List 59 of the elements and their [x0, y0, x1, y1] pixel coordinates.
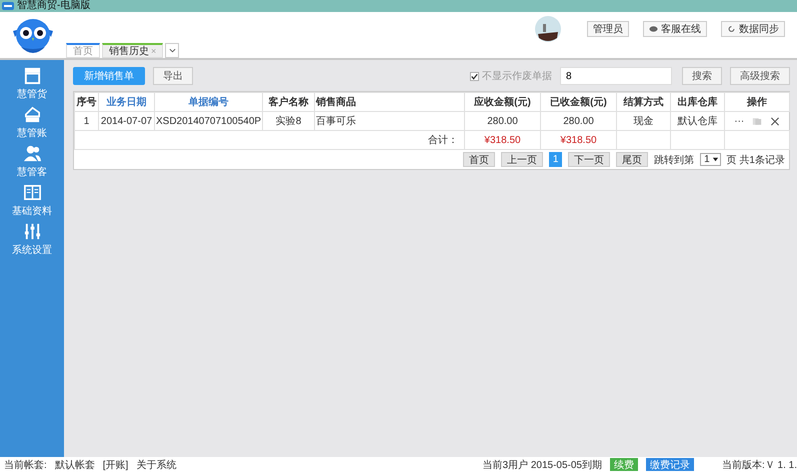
table-cell: 默认仓库 — [670, 112, 724, 130]
total-label: 合计： — [428, 135, 458, 146]
next-page-button[interactable]: 下一页 — [568, 152, 610, 167]
license-info: 当前3用户 2015-05-05到期 — [482, 458, 602, 472]
payment-history-button[interactable]: 缴费记录 — [646, 458, 694, 471]
column-header: 销售商品 — [314, 92, 464, 112]
account-name: 默认帐套 — [54, 458, 95, 472]
chat-icon — [649, 25, 658, 33]
table-cell: 实验8 — [262, 112, 314, 130]
header-button[interactable]: 管理员 — [587, 21, 629, 37]
search-field[interactable]: 8 — [560, 67, 672, 85]
column-header: 结算方式 — [616, 92, 670, 112]
tab[interactable]: 销售历史 × — [102, 43, 164, 58]
book-icon — [22, 183, 42, 202]
app-icon — [2, 2, 14, 10]
column-header: 客户名称 — [262, 92, 314, 112]
export-button[interactable]: 导出 — [153, 67, 193, 85]
record-count: 页 共1条记录 — [726, 154, 785, 166]
open-account-link[interactable]: [开账] — [102, 458, 128, 472]
version-label: 当前版本:Ｖ 1. 1. — [722, 458, 797, 472]
column-header[interactable]: 单据编号 — [154, 92, 262, 112]
page-select[interactable]: 1 — [700, 153, 721, 166]
store-icon — [22, 66, 42, 85]
table-cell: 现金 — [616, 112, 670, 130]
column-header: 出库仓库 — [670, 92, 724, 112]
column-header: 应收金额(元) — [464, 92, 540, 112]
jump-label: 跳转到第 — [654, 154, 694, 166]
table-cell: 百事可乐 — [314, 112, 464, 130]
about-link[interactable]: 关于系统 — [136, 458, 176, 472]
tray-icon — [22, 105, 42, 124]
column-header: 操作 — [724, 92, 790, 112]
table-cell: XSD20140707100540P — [154, 112, 262, 130]
sliders-icon — [22, 222, 42, 241]
table-cell: 280.00 — [464, 112, 540, 130]
table-cell: 1 — [74, 112, 98, 130]
table-cell: ¥318.50 — [464, 130, 540, 150]
caret-icon — [712, 156, 719, 163]
tab-menu-button[interactable] — [165, 43, 180, 58]
more-button[interactable]: ··· — [734, 116, 744, 126]
people-icon — [22, 144, 42, 163]
table-cell: ¥318.50 — [540, 130, 616, 150]
delete-icon[interactable] — [770, 116, 780, 126]
column-header[interactable]: 业务日期 — [98, 92, 154, 112]
column-header: 序号 — [74, 92, 98, 112]
search-button[interactable]: 搜索 — [682, 67, 722, 85]
avatar — [535, 16, 561, 42]
table-cell: 2014-07-07 — [98, 112, 154, 130]
header-button[interactable]: 数据同步 — [721, 21, 785, 37]
first-page-button[interactable]: 首页 — [463, 152, 496, 167]
previous-page-button[interactable]: 上一页 — [501, 152, 544, 167]
caret-icon — [168, 48, 176, 53]
last-page-button[interactable]: 尾页 — [616, 152, 648, 167]
sync-icon — [727, 25, 736, 33]
advanced-search-button[interactable]: 高级搜索 — [730, 67, 790, 85]
header-button[interactable]: 客服在线 — [643, 21, 707, 37]
table-cell: 280.00 — [540, 112, 616, 130]
column-header: 已收金额(元) — [540, 92, 616, 112]
account-label: 当前帐套: — [4, 458, 47, 472]
checkbox[interactable] — [470, 72, 479, 80]
